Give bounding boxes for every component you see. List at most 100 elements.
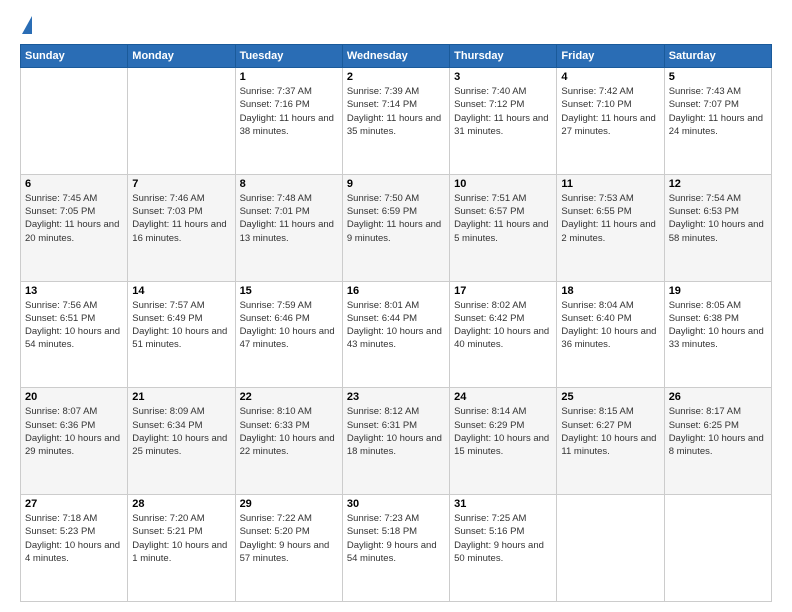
cell-day-number: 6 xyxy=(25,178,123,190)
header xyxy=(20,16,772,36)
cell-day-number: 19 xyxy=(669,285,767,297)
calendar-page: SundayMondayTuesdayWednesdayThursdayFrid… xyxy=(0,0,792,612)
day-header-tuesday: Tuesday xyxy=(235,45,342,68)
cell-day-number: 30 xyxy=(347,498,445,510)
calendar-cell: 16 Sunrise: 8:01 AMSunset: 6:44 PMDaylig… xyxy=(342,281,449,388)
calendar-cell: 9 Sunrise: 7:50 AMSunset: 6:59 PMDayligh… xyxy=(342,174,449,281)
cell-info: Sunrise: 7:48 AMSunset: 7:01 PMDaylight:… xyxy=(240,192,338,245)
logo-triangle-icon xyxy=(22,16,32,34)
cell-info: Sunrise: 8:02 AMSunset: 6:42 PMDaylight:… xyxy=(454,299,552,352)
cell-day-number: 20 xyxy=(25,391,123,403)
cell-day-number: 1 xyxy=(240,71,338,83)
calendar-cell: 1 Sunrise: 7:37 AMSunset: 7:16 PMDayligh… xyxy=(235,68,342,175)
cell-day-number: 27 xyxy=(25,498,123,510)
calendar-cell: 8 Sunrise: 7:48 AMSunset: 7:01 PMDayligh… xyxy=(235,174,342,281)
cell-info: Sunrise: 7:53 AMSunset: 6:55 PMDaylight:… xyxy=(561,192,659,245)
cell-day-number: 14 xyxy=(132,285,230,297)
calendar-cell: 24 Sunrise: 8:14 AMSunset: 6:29 PMDaylig… xyxy=(450,388,557,495)
calendar-cell: 21 Sunrise: 8:09 AMSunset: 6:34 PMDaylig… xyxy=(128,388,235,495)
calendar-table: SundayMondayTuesdayWednesdayThursdayFrid… xyxy=(20,44,772,602)
cell-info: Sunrise: 8:15 AMSunset: 6:27 PMDaylight:… xyxy=(561,405,659,458)
calendar-week-2: 6 Sunrise: 7:45 AMSunset: 7:05 PMDayligh… xyxy=(21,174,772,281)
cell-day-number: 7 xyxy=(132,178,230,190)
cell-day-number: 25 xyxy=(561,391,659,403)
cell-day-number: 23 xyxy=(347,391,445,403)
cell-day-number: 8 xyxy=(240,178,338,190)
cell-info: Sunrise: 7:25 AMSunset: 5:16 PMDaylight:… xyxy=(454,512,552,565)
cell-day-number: 2 xyxy=(347,71,445,83)
calendar-cell: 26 Sunrise: 8:17 AMSunset: 6:25 PMDaylig… xyxy=(664,388,771,495)
day-header-wednesday: Wednesday xyxy=(342,45,449,68)
calendar-cell: 10 Sunrise: 7:51 AMSunset: 6:57 PMDaylig… xyxy=(450,174,557,281)
cell-info: Sunrise: 8:09 AMSunset: 6:34 PMDaylight:… xyxy=(132,405,230,458)
cell-info: Sunrise: 7:37 AMSunset: 7:16 PMDaylight:… xyxy=(240,85,338,138)
cell-info: Sunrise: 8:01 AMSunset: 6:44 PMDaylight:… xyxy=(347,299,445,352)
calendar-week-3: 13 Sunrise: 7:56 AMSunset: 6:51 PMDaylig… xyxy=(21,281,772,388)
cell-info: Sunrise: 7:22 AMSunset: 5:20 PMDaylight:… xyxy=(240,512,338,565)
calendar-cell: 12 Sunrise: 7:54 AMSunset: 6:53 PMDaylig… xyxy=(664,174,771,281)
cell-info: Sunrise: 7:23 AMSunset: 5:18 PMDaylight:… xyxy=(347,512,445,565)
calendar-cell: 4 Sunrise: 7:42 AMSunset: 7:10 PMDayligh… xyxy=(557,68,664,175)
calendar-cell xyxy=(21,68,128,175)
cell-info: Sunrise: 7:56 AMSunset: 6:51 PMDaylight:… xyxy=(25,299,123,352)
cell-info: Sunrise: 7:59 AMSunset: 6:46 PMDaylight:… xyxy=(240,299,338,352)
calendar-cell xyxy=(557,495,664,602)
calendar-cell: 29 Sunrise: 7:22 AMSunset: 5:20 PMDaylig… xyxy=(235,495,342,602)
logo xyxy=(20,16,32,36)
calendar-cell: 20 Sunrise: 8:07 AMSunset: 6:36 PMDaylig… xyxy=(21,388,128,495)
cell-info: Sunrise: 8:05 AMSunset: 6:38 PMDaylight:… xyxy=(669,299,767,352)
cell-info: Sunrise: 7:18 AMSunset: 5:23 PMDaylight:… xyxy=(25,512,123,565)
cell-day-number: 11 xyxy=(561,178,659,190)
calendar-cell: 25 Sunrise: 8:15 AMSunset: 6:27 PMDaylig… xyxy=(557,388,664,495)
calendar-cell: 2 Sunrise: 7:39 AMSunset: 7:14 PMDayligh… xyxy=(342,68,449,175)
cell-info: Sunrise: 8:17 AMSunset: 6:25 PMDaylight:… xyxy=(669,405,767,458)
cell-info: Sunrise: 7:43 AMSunset: 7:07 PMDaylight:… xyxy=(669,85,767,138)
cell-day-number: 24 xyxy=(454,391,552,403)
calendar-week-4: 20 Sunrise: 8:07 AMSunset: 6:36 PMDaylig… xyxy=(21,388,772,495)
cell-day-number: 31 xyxy=(454,498,552,510)
calendar-cell: 22 Sunrise: 8:10 AMSunset: 6:33 PMDaylig… xyxy=(235,388,342,495)
calendar-cell xyxy=(664,495,771,602)
day-header-thursday: Thursday xyxy=(450,45,557,68)
cell-day-number: 9 xyxy=(347,178,445,190)
calendar-cell: 18 Sunrise: 8:04 AMSunset: 6:40 PMDaylig… xyxy=(557,281,664,388)
cell-day-number: 12 xyxy=(669,178,767,190)
cell-day-number: 29 xyxy=(240,498,338,510)
day-header-sunday: Sunday xyxy=(21,45,128,68)
cell-day-number: 4 xyxy=(561,71,659,83)
cell-info: Sunrise: 7:51 AMSunset: 6:57 PMDaylight:… xyxy=(454,192,552,245)
cell-day-number: 10 xyxy=(454,178,552,190)
cell-info: Sunrise: 7:46 AMSunset: 7:03 PMDaylight:… xyxy=(132,192,230,245)
calendar-cell: 7 Sunrise: 7:46 AMSunset: 7:03 PMDayligh… xyxy=(128,174,235,281)
calendar-cell xyxy=(128,68,235,175)
calendar-cell: 11 Sunrise: 7:53 AMSunset: 6:55 PMDaylig… xyxy=(557,174,664,281)
cell-info: Sunrise: 7:45 AMSunset: 7:05 PMDaylight:… xyxy=(25,192,123,245)
calendar-cell: 28 Sunrise: 7:20 AMSunset: 5:21 PMDaylig… xyxy=(128,495,235,602)
day-header-monday: Monday xyxy=(128,45,235,68)
cell-day-number: 18 xyxy=(561,285,659,297)
cell-info: Sunrise: 8:12 AMSunset: 6:31 PMDaylight:… xyxy=(347,405,445,458)
calendar-cell: 17 Sunrise: 8:02 AMSunset: 6:42 PMDaylig… xyxy=(450,281,557,388)
calendar-cell: 15 Sunrise: 7:59 AMSunset: 6:46 PMDaylig… xyxy=(235,281,342,388)
cell-day-number: 17 xyxy=(454,285,552,297)
day-header-saturday: Saturday xyxy=(664,45,771,68)
calendar-week-5: 27 Sunrise: 7:18 AMSunset: 5:23 PMDaylig… xyxy=(21,495,772,602)
cell-info: Sunrise: 7:40 AMSunset: 7:12 PMDaylight:… xyxy=(454,85,552,138)
calendar-header-row: SundayMondayTuesdayWednesdayThursdayFrid… xyxy=(21,45,772,68)
cell-info: Sunrise: 8:04 AMSunset: 6:40 PMDaylight:… xyxy=(561,299,659,352)
cell-day-number: 26 xyxy=(669,391,767,403)
day-header-friday: Friday xyxy=(557,45,664,68)
cell-day-number: 15 xyxy=(240,285,338,297)
calendar-week-1: 1 Sunrise: 7:37 AMSunset: 7:16 PMDayligh… xyxy=(21,68,772,175)
calendar-cell: 5 Sunrise: 7:43 AMSunset: 7:07 PMDayligh… xyxy=(664,68,771,175)
calendar-cell: 23 Sunrise: 8:12 AMSunset: 6:31 PMDaylig… xyxy=(342,388,449,495)
cell-info: Sunrise: 7:57 AMSunset: 6:49 PMDaylight:… xyxy=(132,299,230,352)
calendar-cell: 6 Sunrise: 7:45 AMSunset: 7:05 PMDayligh… xyxy=(21,174,128,281)
calendar-cell: 30 Sunrise: 7:23 AMSunset: 5:18 PMDaylig… xyxy=(342,495,449,602)
cell-info: Sunrise: 7:54 AMSunset: 6:53 PMDaylight:… xyxy=(669,192,767,245)
calendar-cell: 14 Sunrise: 7:57 AMSunset: 6:49 PMDaylig… xyxy=(128,281,235,388)
cell-day-number: 28 xyxy=(132,498,230,510)
cell-info: Sunrise: 8:14 AMSunset: 6:29 PMDaylight:… xyxy=(454,405,552,458)
cell-info: Sunrise: 8:07 AMSunset: 6:36 PMDaylight:… xyxy=(25,405,123,458)
calendar-cell: 13 Sunrise: 7:56 AMSunset: 6:51 PMDaylig… xyxy=(21,281,128,388)
